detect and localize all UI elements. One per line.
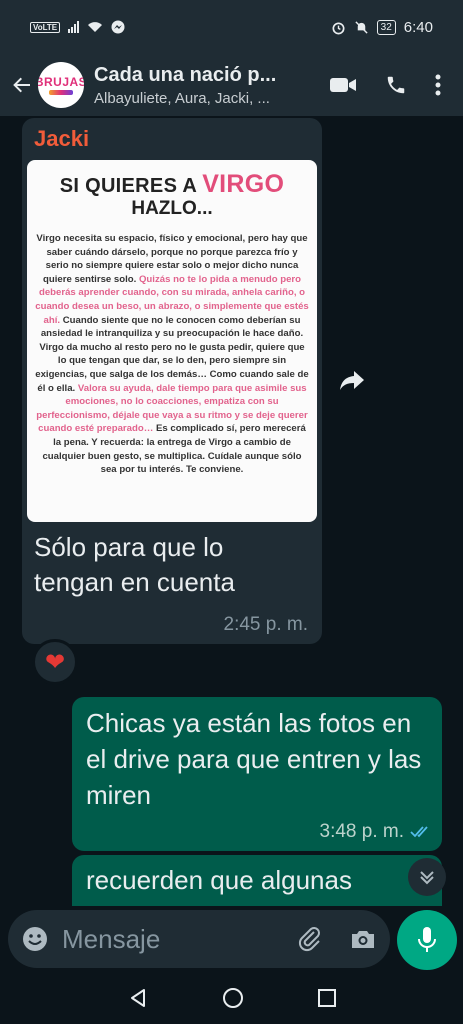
voice-message-button[interactable] — [397, 910, 457, 970]
message-time: 2:45 p. m. — [223, 614, 309, 635]
message-caption: Sólo para que lo tengan en cuenta — [34, 532, 235, 597]
outgoing-message-meta: 3:48 p. m. — [320, 821, 433, 843]
avatar-logo-text: BRUJAS — [38, 75, 84, 89]
alarm-icon — [332, 21, 345, 34]
heart-icon: ❤ — [44, 648, 66, 676]
outgoing-message-time: 3:48 p. m. — [319, 821, 405, 842]
clock: 6:40 — [403, 18, 433, 36]
shared-image[interactable]: SI QUIERES A VIRGO HAZLO... Virgo necesi… — [27, 160, 317, 522]
outgoing-message-bubble-2[interactable]: recuerden que algunas — [72, 855, 442, 906]
image-heading-line2: HAZLO... — [131, 198, 213, 219]
chat-header: BRUJAS Cada una nació p... Albayuliete, … — [0, 54, 463, 116]
forward-icon — [340, 371, 364, 390]
status-left: VoLTE — [30, 20, 125, 34]
back-button[interactable] — [4, 73, 40, 97]
outgoing-message-text-2: recuerden que algunas — [86, 865, 352, 895]
status-right: 32 6:40 — [331, 19, 433, 36]
nav-back-icon[interactable] — [127, 987, 149, 1009]
chat-title: Cada una nació p... — [94, 63, 277, 86]
image-heading: SI QUIERES A VIRGO — [35, 170, 309, 199]
double-chevron-down-icon — [420, 871, 434, 885]
chat-title-area[interactable]: Cada una nació p... Albayuliete, Aura, J… — [94, 64, 294, 107]
forward-button[interactable] — [333, 362, 371, 400]
battery-indicator: 32 — [376, 19, 396, 35]
wifi-icon — [88, 22, 103, 32]
emoji-icon[interactable] — [22, 926, 48, 952]
attach-icon[interactable] — [298, 926, 322, 952]
composer-box — [8, 910, 390, 968]
composer-actions — [298, 926, 376, 952]
chat-area[interactable]: Jacki SI QUIERES A VIRGO HAZLO... Virgo … — [0, 116, 463, 906]
messenger-icon — [111, 20, 125, 34]
phone-call-icon[interactable] — [385, 74, 407, 96]
image-heading-highlight: VIRGO — [202, 170, 285, 198]
heart-reaction[interactable]: ❤ — [32, 639, 78, 685]
header-actions — [329, 74, 441, 96]
microphone-icon — [418, 927, 436, 952]
message-input[interactable] — [62, 923, 262, 955]
avatar-logo-stripe — [49, 90, 73, 95]
more-options-icon[interactable] — [435, 74, 441, 96]
scroll-to-bottom-button[interactable] — [408, 858, 446, 896]
incoming-message-bubble[interactable]: Jacki SI QUIERES A VIRGO HAZLO... Virgo … — [22, 118, 322, 644]
image-heading-prefix: SI QUIERES A — [59, 175, 203, 197]
sender-name[interactable]: Jacki — [34, 126, 89, 152]
outgoing-message-bubble[interactable]: Chicas ya están las fotos en el drive pa… — [72, 697, 442, 851]
nav-recents-icon[interactable] — [317, 988, 337, 1008]
mute-bell-icon — [355, 20, 368, 34]
status-bar: VoLTE 32 6:40 — [0, 0, 463, 54]
chat-participants: Albayuliete, Aura, Jacki, ... — [94, 89, 270, 107]
camera-icon[interactable] — [350, 928, 376, 950]
double-check-read-icon — [410, 826, 428, 838]
outgoing-message-text: Chicas ya están las fotos en el drive pa… — [86, 708, 422, 810]
arrow-left-icon — [13, 77, 30, 93]
video-call-icon[interactable] — [329, 75, 357, 95]
image-body-text: Virgo necesita su espacio, físico y emoc… — [35, 232, 309, 477]
group-avatar[interactable]: BRUJAS — [38, 62, 84, 108]
system-nav-bar — [0, 972, 463, 1024]
composer-bar — [0, 906, 463, 972]
nav-home-icon[interactable] — [222, 987, 244, 1009]
signal-icon — [68, 21, 80, 33]
volte-badge: VoLTE — [30, 21, 61, 33]
